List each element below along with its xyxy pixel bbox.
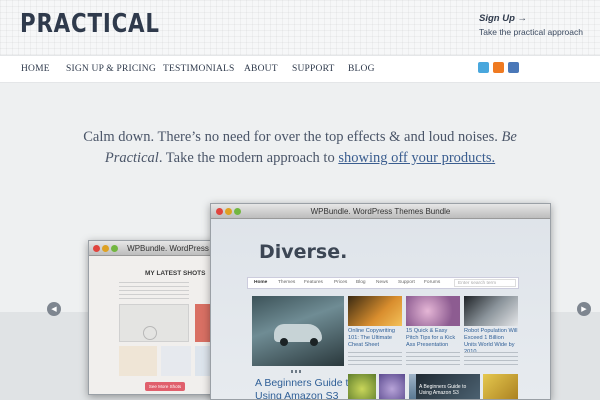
site-logo[interactable]: PRACTICAL bbox=[20, 9, 160, 39]
card-excerpt bbox=[464, 352, 518, 366]
card-excerpt bbox=[348, 352, 402, 366]
featured-car-image[interactable] bbox=[252, 296, 344, 366]
zoom-dot-icon[interactable] bbox=[234, 208, 241, 215]
theme-nav-features[interactable]: Features bbox=[304, 280, 323, 285]
card-excerpt bbox=[406, 352, 460, 366]
hero-text-part2: . Take the modern approach to bbox=[158, 150, 335, 166]
feature-image-caption: A Beginners Guide to Using Amazon S3 bbox=[419, 384, 467, 396]
front-window-titlebar: WPBundle. WordPress Themes Bundle bbox=[211, 204, 550, 219]
close-dot-icon[interactable] bbox=[93, 245, 100, 252]
card-title[interactable]: Online Copywriting 101: The Ultimate Che… bbox=[348, 328, 402, 349]
zoom-dot-icon[interactable] bbox=[111, 245, 118, 252]
shot-thumbnail[interactable] bbox=[195, 346, 211, 376]
minimize-dot-icon[interactable] bbox=[102, 245, 109, 252]
hero-text-part1: Calm down. There’s no need for over the … bbox=[83, 129, 498, 145]
twitter-icon[interactable] bbox=[478, 62, 489, 73]
thumb-image[interactable] bbox=[348, 374, 376, 399]
theme-nav-news[interactable]: News bbox=[376, 280, 388, 285]
feature-image[interactable]: A Beginners Guide to Using Amazon S3 bbox=[416, 374, 480, 399]
theme-brand-logo[interactable]: Diverse. bbox=[259, 241, 347, 263]
thumb-image[interactable] bbox=[483, 374, 518, 399]
nav-item-about[interactable]: ABOUT bbox=[244, 64, 278, 74]
arrow-left-icon[interactable]: ◀ bbox=[47, 302, 61, 316]
nav-item-signup-pricing[interactable]: SIGN UP & PRICING bbox=[66, 64, 156, 74]
nav-item-blog[interactable]: BLOG bbox=[348, 64, 375, 74]
minimize-dot-icon[interactable] bbox=[225, 208, 232, 215]
front-window-title: WPBundle. WordPress Themes Bundle bbox=[310, 207, 451, 216]
main-nav: HOME SIGN UP & PRICING TESTIMONIALS ABOU… bbox=[0, 55, 600, 83]
theme-nav-blog[interactable]: Blog bbox=[356, 280, 366, 285]
theme-nav-support[interactable]: Support bbox=[398, 280, 415, 285]
featured-post-title[interactable]: A Beginners Guide to Using Amazon S3 bbox=[255, 377, 355, 399]
nav-item-support[interactable]: SUPPORT bbox=[292, 64, 335, 74]
card-image-flowers[interactable] bbox=[406, 296, 460, 326]
thumb-image[interactable] bbox=[379, 374, 405, 399]
shots-heading: MY LATEST SHOTS bbox=[145, 270, 206, 277]
card-title[interactable]: 15 Quick & Easy Pitch Tips for a Kick As… bbox=[406, 328, 460, 349]
facebook-icon[interactable] bbox=[508, 62, 519, 73]
close-dot-icon[interactable] bbox=[216, 208, 223, 215]
theme-nav: Home Themes Features Prices Blog News Su… bbox=[247, 277, 519, 289]
site-tagline: Take the practical approach bbox=[479, 27, 583, 37]
see-more-shots-button[interactable]: See More Shots bbox=[145, 382, 185, 391]
shot-thumbnail[interactable] bbox=[119, 346, 157, 376]
slide-dots-indicator[interactable] bbox=[291, 370, 303, 373]
hero-text: Calm down. There’s no need for over the … bbox=[70, 127, 530, 169]
theme-search-input[interactable]: Enter search term bbox=[454, 279, 516, 287]
back-window-title: WPBundle. WordPress bbox=[127, 244, 209, 253]
front-browser-window: WPBundle. WordPress Themes Bundle Divers… bbox=[210, 203, 551, 400]
arrow-right-icon[interactable]: ▶ bbox=[577, 302, 591, 316]
card-image-road[interactable] bbox=[348, 296, 402, 326]
shot-circle-icon bbox=[143, 326, 157, 340]
theme-nav-forums[interactable]: Forums bbox=[424, 280, 440, 285]
site-header: PRACTICAL Sign Up → Take the practical a… bbox=[0, 0, 600, 55]
shots-intro-text bbox=[119, 282, 189, 300]
signup-link[interactable]: Sign Up → bbox=[479, 13, 527, 24]
shot-thumbnail[interactable] bbox=[161, 346, 191, 376]
nav-item-home[interactable]: HOME bbox=[21, 64, 50, 74]
card-image-robot[interactable] bbox=[464, 296, 518, 326]
rss-icon[interactable] bbox=[493, 62, 504, 73]
theme-nav-prices[interactable]: Prices bbox=[334, 280, 347, 285]
theme-nav-home[interactable]: Home bbox=[254, 280, 267, 285]
shot-thumbnail[interactable] bbox=[195, 304, 211, 342]
theme-nav-themes[interactable]: Themes bbox=[278, 280, 295, 285]
nav-item-testimonials[interactable]: TESTIMONIALS bbox=[163, 64, 235, 74]
hero-link[interactable]: showing off your products. bbox=[338, 150, 495, 166]
